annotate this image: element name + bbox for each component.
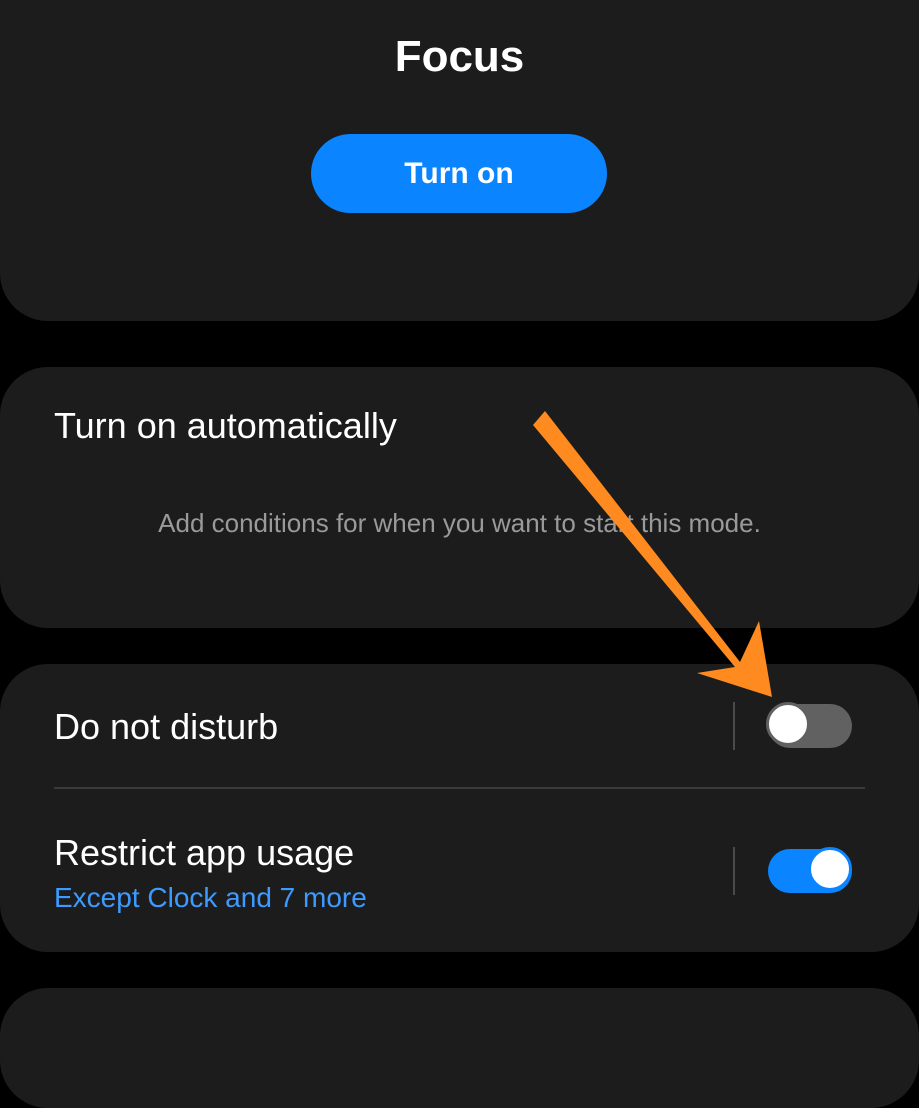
turn-on-automatically-title: Turn on automatically — [54, 405, 397, 446]
row-divider — [54, 787, 865, 789]
toggle-knob — [766, 702, 810, 746]
do-not-disturb-separator — [733, 702, 735, 750]
do-not-disturb-label[interactable]: Do not disturb — [54, 706, 278, 748]
restrict-app-usage-subtitle: Except Clock and 7 more — [54, 882, 367, 913]
mode-title: Focus — [394, 32, 525, 81]
restrict-app-usage-label[interactable]: Restrict app usage — [54, 832, 354, 874]
restrict-app-usage-separator — [733, 847, 735, 895]
toggle-knob — [808, 847, 852, 891]
turn-on-automatically-card[interactable]: Turn on automatically Add conditions for… — [0, 367, 919, 628]
mode-settings-card: Do not disturb Restrict app usage Except… — [0, 664, 919, 952]
do-not-disturb-toggle[interactable] — [766, 702, 852, 748]
turn-on-automatically-description: Add conditions for when you want to star… — [158, 508, 761, 538]
next-settings-card — [0, 988, 919, 1108]
mode-header-card: Focus Turn on — [0, 0, 919, 321]
restrict-app-usage-toggle[interactable] — [768, 847, 852, 893]
turn-on-button[interactable]: Turn on — [311, 134, 607, 213]
